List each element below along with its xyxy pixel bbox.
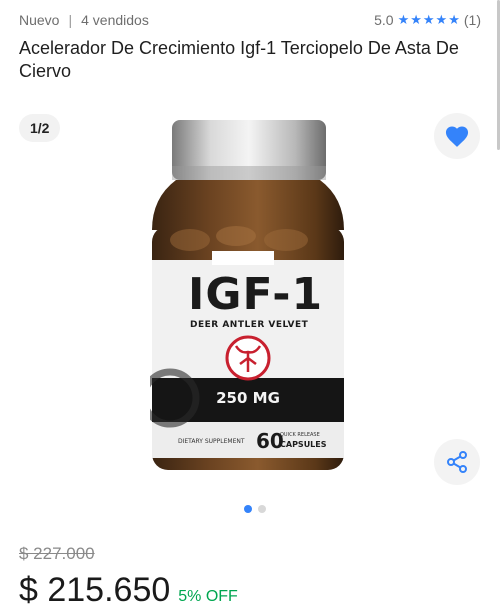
gallery-dot-2[interactable] xyxy=(258,505,266,513)
gallery-dots xyxy=(244,505,272,513)
share-button[interactable] xyxy=(434,439,480,485)
review-count: (1) xyxy=(463,12,481,28)
rating-value: 5.0 xyxy=(374,12,394,28)
rating-stars-icon: ★★★★★ xyxy=(397,12,461,27)
image-counter: 1/2 xyxy=(19,114,61,142)
old-price: $ 227.000 xyxy=(19,544,95,563)
meta-left: Nuevo | 4 vendidos xyxy=(19,12,149,28)
heart-icon xyxy=(445,126,469,147)
product-title: Acelerador De Crecimiento Igf-1 Terciope… xyxy=(19,38,459,81)
rating[interactable]: 5.0 ★★★★★ (1) xyxy=(374,12,481,28)
product-image[interactable] xyxy=(150,118,346,480)
share-icon xyxy=(447,451,467,473)
meta-row: Nuevo | 4 vendidos 5.0 ★★★★★ (1) xyxy=(19,11,481,29)
current-price: $ 215.650 xyxy=(19,571,171,609)
favorite-button[interactable] xyxy=(434,113,480,159)
price-row: $ 215.650 5% OFF xyxy=(19,570,238,610)
gallery-dot-1[interactable] xyxy=(244,505,252,513)
discount-badge: 5% OFF xyxy=(178,588,238,605)
meta-separator: | xyxy=(68,12,73,28)
condition-label: Nuevo xyxy=(19,12,60,28)
sold-count: 4 vendidos xyxy=(81,12,149,28)
